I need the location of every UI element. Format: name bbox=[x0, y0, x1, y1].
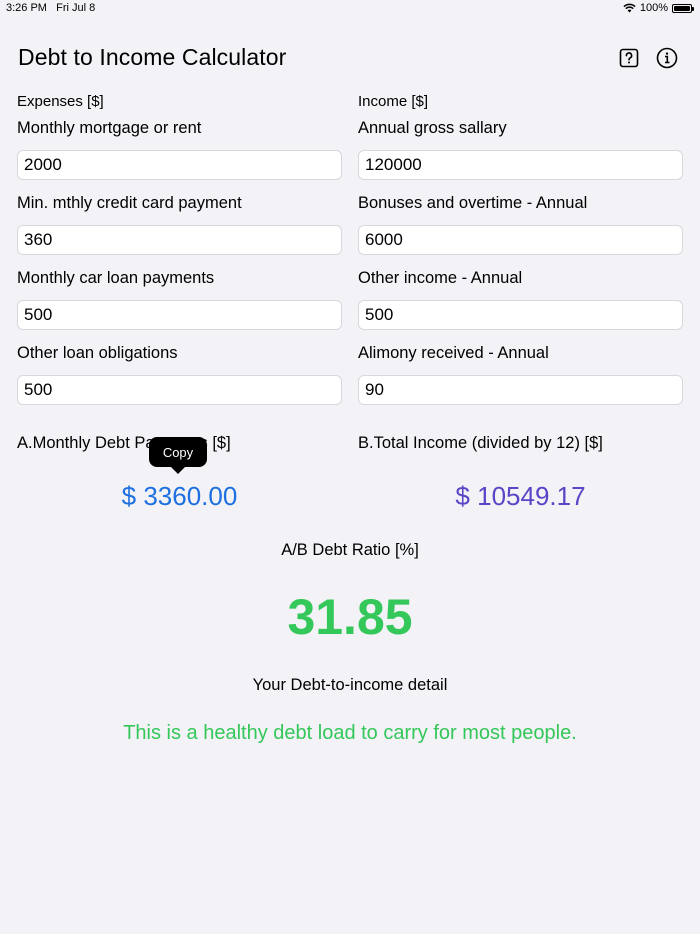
bonuses-input[interactable] bbox=[358, 225, 683, 255]
info-button[interactable] bbox=[656, 47, 678, 69]
battery-icon bbox=[672, 3, 694, 13]
detail-message: This is a healthy debt load to carry for… bbox=[123, 722, 577, 744]
credit-card-input[interactable] bbox=[17, 225, 342, 255]
copy-tooltip[interactable]: Copy bbox=[149, 437, 207, 474]
field-group-other-loans: Other loan obligations bbox=[17, 341, 342, 405]
field-group-credit-card: Min. mthly credit card payment bbox=[17, 191, 342, 255]
field-group-bonuses: Bonuses and overtime - Annual bbox=[358, 191, 683, 255]
page-title: Debt to Income Calculator bbox=[18, 44, 287, 70]
mortgage-input[interactable] bbox=[17, 150, 342, 180]
income-section-label: Income [$] bbox=[358, 93, 429, 110]
status-indicators: 100% bbox=[623, 2, 694, 14]
status-bar: 3:26 PM Fri Jul 8 100% bbox=[0, 0, 700, 18]
credit-card-label: Min. mthly credit card payment bbox=[17, 194, 242, 212]
other-loans-input[interactable] bbox=[17, 375, 342, 405]
mortgage-label: Monthly mortgage or rent bbox=[17, 119, 202, 137]
field-group-other-income: Other income - Annual bbox=[358, 266, 683, 330]
other-income-input[interactable] bbox=[358, 300, 683, 330]
help-button[interactable] bbox=[618, 47, 640, 69]
alimony-input[interactable] bbox=[358, 375, 683, 405]
car-loan-label: Monthly car loan payments bbox=[17, 269, 215, 287]
copy-tooltip-label: Copy bbox=[162, 444, 194, 460]
alimony-label: Alimony received - Annual bbox=[358, 344, 549, 362]
other-loans-label: Other loan obligations bbox=[17, 344, 178, 362]
salary-input[interactable] bbox=[358, 150, 683, 180]
field-group-mortgage: Monthly mortgage or rent bbox=[17, 116, 342, 180]
detail-heading: Your Debt-to-income detail bbox=[252, 676, 448, 694]
wifi-icon bbox=[623, 3, 636, 13]
income-column: Income [$] Annual gross sallary Bonuses … bbox=[358, 92, 683, 416]
field-group-alimony: Alimony received - Annual bbox=[358, 341, 683, 405]
field-group-salary: Annual gross sallary bbox=[358, 116, 683, 180]
info-circle-icon bbox=[656, 47, 678, 69]
total-income-value[interactable]: $ 10549.17 bbox=[358, 481, 683, 512]
other-income-label: Other income - Annual bbox=[358, 269, 523, 287]
total-income-label: B.Total Income (divided by 12) [$] bbox=[358, 434, 603, 452]
battery-percent: 100% bbox=[639, 2, 668, 14]
debt-ratio-value: 31.85 bbox=[287, 589, 413, 645]
monthly-debt-value[interactable]: $ 3360.00 bbox=[17, 481, 342, 512]
field-group-car-loan: Monthly car loan payments bbox=[17, 266, 342, 330]
car-loan-input[interactable] bbox=[17, 300, 342, 330]
debt-ratio-label: A/B Debt Ratio [%] bbox=[281, 541, 419, 559]
expenses-section-label: Expenses [$] bbox=[17, 93, 104, 110]
bonuses-label: Bonuses and overtime - Annual bbox=[358, 194, 588, 212]
status-date: Fri Jul 8 bbox=[56, 2, 96, 14]
expenses-column: Expenses [$] Monthly mortgage or rent Mi… bbox=[17, 92, 342, 416]
question-mark-square-icon bbox=[619, 48, 639, 68]
status-time: 3:26 PM bbox=[6, 2, 47, 14]
status-time-date: 3:26 PM Fri Jul 8 bbox=[6, 2, 95, 14]
salary-label: Annual gross sallary bbox=[358, 119, 507, 137]
